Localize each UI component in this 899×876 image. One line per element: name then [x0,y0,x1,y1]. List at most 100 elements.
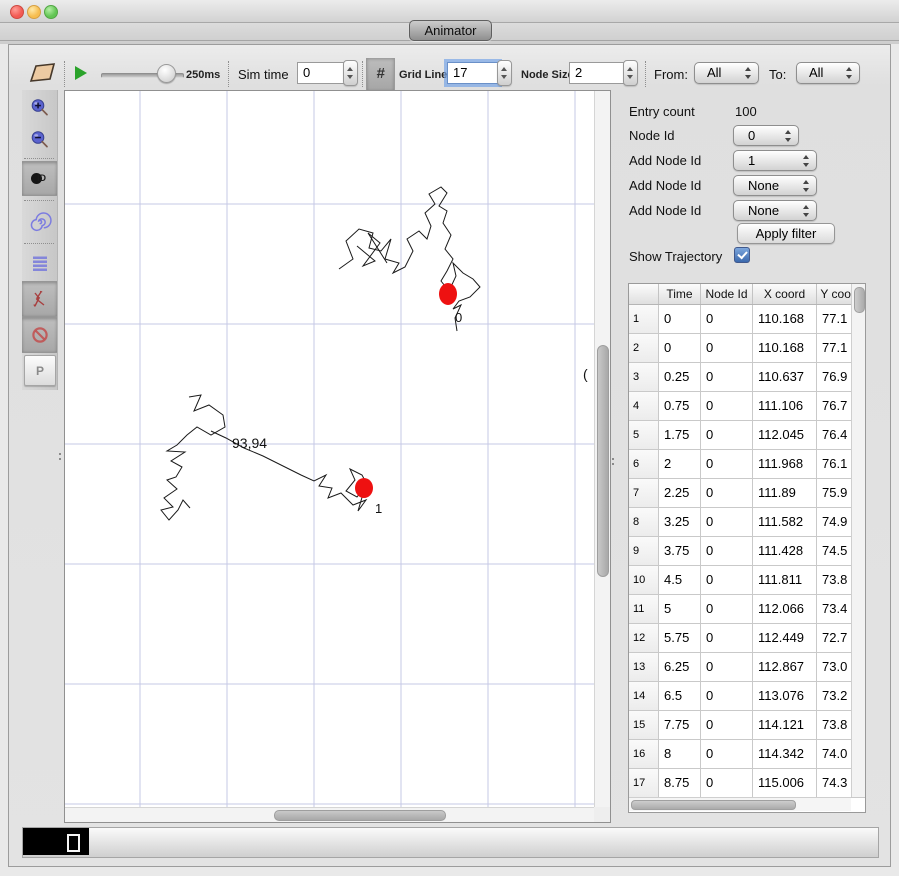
node-id-dropdown[interactable]: 0 [733,125,799,146]
table-row[interactable]: 93.750111.42874.5 [629,537,865,566]
table-cell: 110.637 [753,363,817,392]
table-row[interactable]: 125.750112.44972.7 [629,624,865,653]
close-window-button[interactable] [10,5,24,19]
canvas-horizontal-scrollbar[interactable] [65,807,594,822]
table-cell: 0 [701,537,753,566]
row-number-cell: 13 [629,653,659,682]
add-node-id-value-2: None [748,176,779,195]
left-splitter-handle[interactable] [58,452,62,461]
table-row[interactable]: 1680114.34274.0 [629,740,865,769]
to-dropdown[interactable]: All [796,62,860,84]
toolbar-separator [64,61,65,87]
step-up-icon[interactable] [347,67,353,71]
add-node-id-dropdown-2[interactable]: None [733,175,817,196]
table-horizontal-scrollbar[interactable] [629,797,851,811]
zoom-in-icon [28,96,52,120]
show-trajectory-checkbox[interactable] [734,247,750,263]
node-size-stepper[interactable] [623,60,638,86]
table-row[interactable]: 157.750114.12173.8 [629,711,865,740]
table-cell: 0 [701,392,753,421]
step-up-icon[interactable] [627,67,633,71]
table-row[interactable]: 83.250111.58274.9 [629,508,865,537]
grid-toggle-button[interactable]: # [366,58,395,90]
add-node-id-label: Add Node Id [629,178,701,193]
toolbar-separator [228,61,229,87]
entry-count-value: 100 [735,104,757,119]
table-row[interactable]: 100110.16877.1 [629,305,865,334]
hide-packets-button[interactable] [22,281,57,317]
table-row[interactable]: 40.750111.10676.7 [629,392,865,421]
prohibited-icon [28,323,52,347]
orientation-button[interactable] [28,60,58,86]
row-number-cell: 2 [629,334,659,363]
scrollbar-thumb[interactable] [854,287,865,313]
table-cell: 2.25 [659,479,701,508]
table-row[interactable]: 51.750112.04576.4 [629,421,865,450]
side-separator [24,200,54,201]
grid-lines-stepper[interactable] [497,60,512,86]
table-row[interactable]: 146.50113.07673.2 [629,682,865,711]
table-cell: 111.428 [753,537,817,566]
canvas-vertical-scrollbar[interactable] [594,91,610,807]
right-splitter-handle[interactable] [611,457,615,466]
animation-canvas[interactable]: 0193,94( [64,90,611,823]
scrollbar-corner [594,807,610,822]
table-cell: 0 [659,305,701,334]
tab-animator[interactable]: Animator [409,20,492,41]
table-row[interactable]: 104.50111.81173.8 [629,566,865,595]
add-node-id-label: Add Node Id [629,203,701,218]
table-header-node-id[interactable]: Node Id [701,284,753,304]
zoom-out-icon [28,128,52,152]
table-row[interactable]: 136.250112.86773.0 [629,653,865,682]
show-node-id-button[interactable]: ID [22,161,57,196]
row-number-cell: 15 [629,711,659,740]
sim-time-input[interactable]: 0 [297,62,346,84]
node-size-input[interactable]: 2 [569,62,626,84]
add-node-id-dropdown-1[interactable]: 1 [733,150,817,171]
table-cell: 0 [701,653,753,682]
table-header-x-coord[interactable]: X coord [753,284,817,304]
table-cell: 0 [701,450,753,479]
row-number-cell: 16 [629,740,659,769]
row-number-cell: 14 [629,682,659,711]
table-cell: 0 [701,595,753,624]
apply-filter-button[interactable]: Apply filter [737,223,835,244]
table-row[interactable]: 620111.96876.1 [629,450,865,479]
packet-stats-button[interactable]: P [24,355,56,386]
step-up-icon[interactable] [501,67,507,71]
zoom-out-button[interactable] [22,124,57,155]
step-down-icon[interactable] [627,75,633,79]
table-cell: 0.25 [659,363,701,392]
sim-time-lcd [23,828,89,855]
scrollbar-thumb[interactable] [597,345,609,577]
table-row[interactable]: 72.250111.8975.9 [629,479,865,508]
zoom-window-button[interactable] [44,5,58,19]
step-down-icon[interactable] [501,75,507,79]
block-button[interactable] [22,317,57,353]
table-cell: 8.75 [659,769,701,798]
table-cell: 3.25 [659,508,701,537]
speed-slider-knob[interactable] [157,64,176,83]
table-row[interactable]: 1150112.06673.4 [629,595,865,624]
grid-lines-input[interactable]: 17 [447,62,499,84]
table-row[interactable]: 178.750115.00674.3 [629,769,865,798]
play-button[interactable] [75,66,87,80]
table-row[interactable]: 200110.16877.1 [629,334,865,363]
trajectory-table[interactable]: TimeNode IdX coordY coord 100110.16877.1… [628,283,866,813]
table-row[interactable]: 30.250110.63776.9 [629,363,865,392]
trajectory-spiral-button[interactable] [22,206,57,239]
layers-button[interactable] [22,247,57,278]
table-header-row-number[interactable] [629,284,659,304]
minimize-window-button[interactable] [27,5,41,19]
zoom-in-button[interactable] [22,92,57,123]
from-dropdown[interactable]: All [694,62,759,84]
add-node-id-dropdown-3[interactable]: None [733,200,817,221]
table-header-time[interactable]: Time [659,284,701,304]
node-id-dropdown-value: 0 [748,126,755,145]
scrollbar-thumb[interactable] [631,800,796,810]
scrollbar-thumb[interactable] [274,810,446,821]
sim-time-stepper[interactable] [343,60,358,86]
step-down-icon[interactable] [347,75,353,79]
table-vertical-scrollbar[interactable] [851,284,866,797]
table-cell: 0 [701,334,753,363]
